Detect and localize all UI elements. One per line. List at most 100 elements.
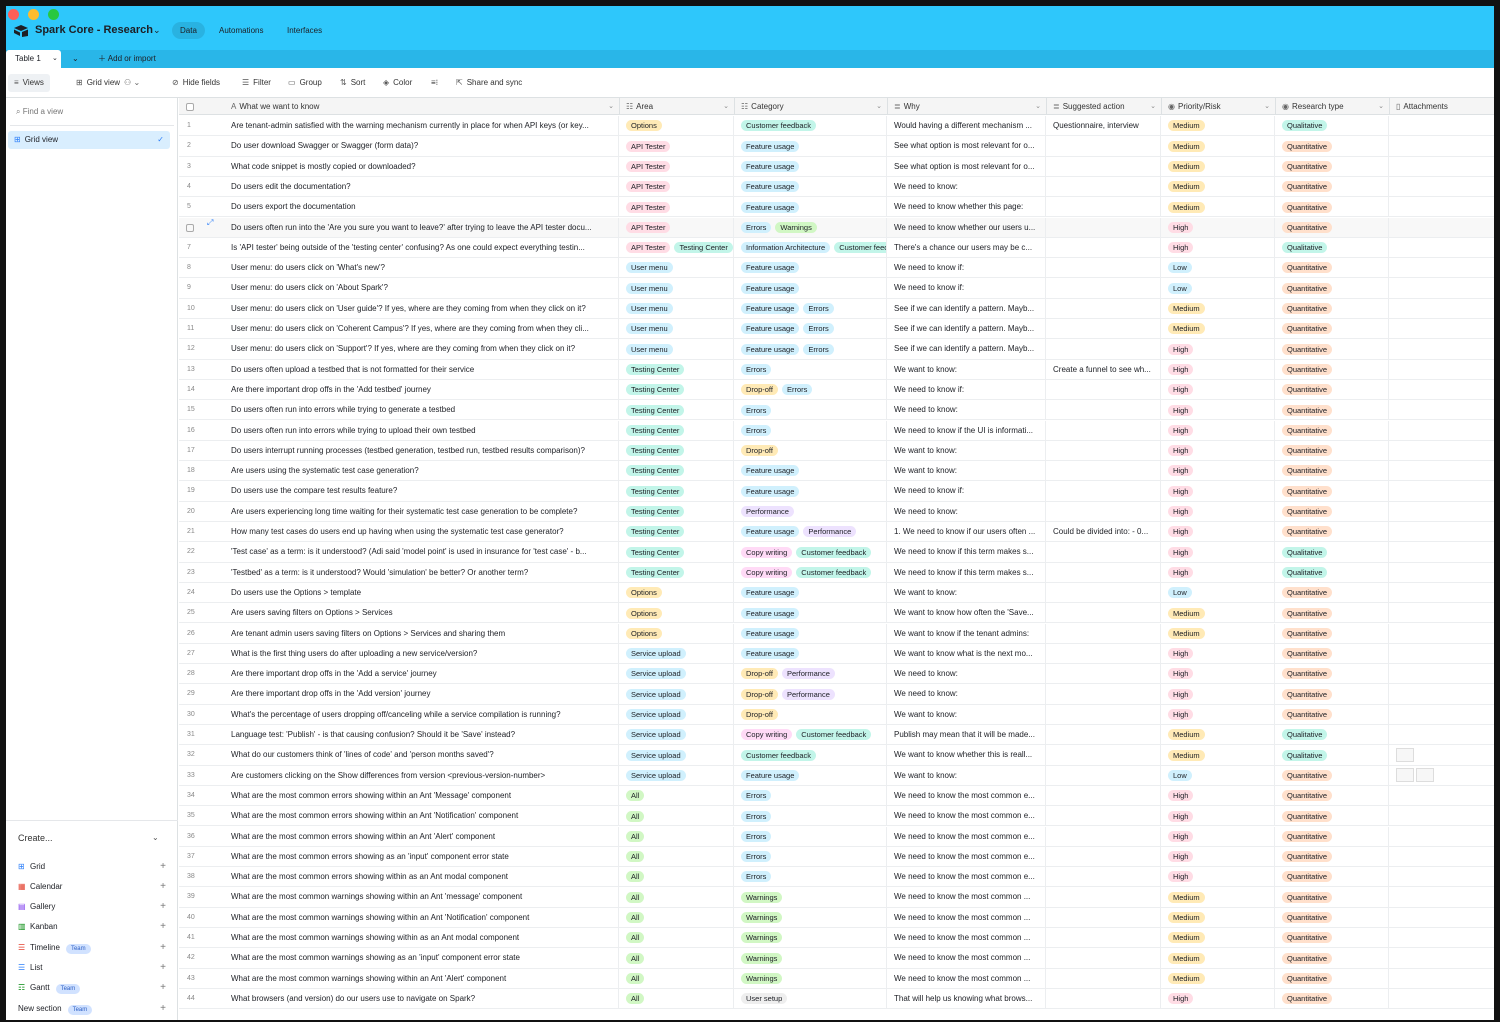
plus-icon[interactable]: + [160, 940, 166, 956]
table-row[interactable]: 38 What are the most common errors showin… [179, 867, 1494, 888]
cell-category[interactable]: Drop-off Performance [735, 664, 887, 685]
find-view-input[interactable] [22, 107, 163, 116]
cell-suggested-action[interactable] [1047, 440, 1161, 461]
cell-attachments[interactable] [1390, 299, 1494, 319]
cell-attachments[interactable] [1390, 258, 1494, 278]
chevron-down-icon[interactable]: ⌄ [1035, 98, 1041, 115]
cell-why[interactable]: We need to know if: [888, 379, 1046, 400]
chevron-down-icon[interactable]: ⌄ [72, 50, 79, 68]
table-row[interactable]: 9 User menu: do users click on 'About Spa… [179, 278, 1494, 299]
cell-attachments[interactable] [1390, 705, 1494, 725]
cell-category[interactable]: Feature usage Errors [735, 339, 887, 360]
cell-what-we-want-to-know[interactable]: Are tenant admin users saving filters on… [225, 623, 619, 644]
cell-why[interactable]: See what option is most relevant for o..… [888, 156, 1046, 177]
cell-area[interactable]: All [620, 806, 734, 827]
cell-what-we-want-to-know[interactable]: Are there important drop offs in the 'Ad… [225, 664, 619, 685]
cell-research-type[interactable]: Quantitative [1276, 258, 1389, 279]
cell-category[interactable]: Warnings [735, 928, 887, 948]
cell-area[interactable]: All [620, 988, 734, 1009]
cell-suggested-action[interactable] [1047, 136, 1161, 157]
cell-area[interactable]: Options [620, 623, 734, 644]
cell-why[interactable]: We need to know if: [888, 258, 1046, 279]
cell-research-type[interactable]: Quantitative [1276, 846, 1389, 867]
cell-what-we-want-to-know[interactable]: Are tenant-admin satisfied with the warn… [225, 116, 619, 136]
cell-why[interactable]: We want to know how often the 'Save... [888, 603, 1046, 624]
cell-priority-risk[interactable]: High [1162, 643, 1275, 664]
cell-what-we-want-to-know[interactable]: Do users use the compare test results fe… [225, 481, 619, 502]
cell-why[interactable]: We need to know: [888, 501, 1046, 522]
cell-priority-risk[interactable]: High [1162, 379, 1275, 400]
cell-category[interactable]: Drop-off Performance [735, 684, 887, 705]
cell-what-we-want-to-know[interactable]: What code snippet is mostly copied or do… [225, 156, 619, 177]
cell-category[interactable]: Copy writing Customer feedback [735, 542, 887, 563]
cell-why[interactable]: We want to know: [888, 582, 1046, 603]
cell-area[interactable]: Testing Center [620, 481, 734, 502]
hide-fields-button[interactable]: ⊘ Hide fields [172, 76, 220, 90]
chevron-down-icon[interactable]: ⌄ [608, 98, 614, 115]
table-row[interactable]: 41 What are the most common warnings show… [179, 928, 1494, 949]
cell-why[interactable]: We want to know: [888, 359, 1046, 380]
cell-research-type[interactable]: Quantitative [1276, 379, 1389, 400]
cell-attachments[interactable] [1390, 441, 1494, 461]
cell-suggested-action[interactable] [1047, 704, 1161, 725]
cell-area[interactable]: User menu [620, 278, 734, 299]
cell-what-we-want-to-know[interactable]: Do users often upload a testbed that is … [225, 359, 619, 380]
cell-priority-risk[interactable]: Medium [1162, 623, 1275, 644]
cell-attachments[interactable] [1390, 136, 1494, 156]
cell-priority-risk[interactable]: High [1162, 420, 1275, 441]
cell-priority-risk[interactable]: High [1162, 806, 1275, 827]
cell-suggested-action[interactable] [1047, 745, 1161, 766]
table-row[interactable]: 16 Do users often run into errors while t… [179, 420, 1494, 441]
cell-area[interactable]: User menu [620, 319, 734, 339]
create-item-kanban[interactable]: ▥ Kanban + [18, 919, 166, 935]
cell-attachments[interactable] [1390, 887, 1494, 907]
cell-research-type[interactable]: Quantitative [1276, 948, 1389, 969]
cell-what-we-want-to-know[interactable]: Do users often run into errors while try… [225, 400, 619, 421]
cell-category[interactable]: Drop-off [735, 704, 887, 725]
cell-research-type[interactable]: Qualitative [1276, 542, 1389, 563]
cell-research-type[interactable]: Quantitative [1276, 603, 1389, 624]
cell-attachments[interactable] [1390, 421, 1494, 441]
create-item-timeline[interactable]: ☰ Timeline Team + [18, 940, 166, 956]
cell-research-type[interactable]: Qualitative [1276, 116, 1389, 136]
cell-attachments[interactable] [1390, 319, 1494, 339]
cell-attachments[interactable] [1390, 766, 1494, 786]
table-row[interactable]: 2 Do user download Swagger or Swagger (fo… [179, 136, 1494, 157]
cell-attachments[interactable] [1390, 360, 1494, 380]
cell-category[interactable]: Warnings [735, 948, 887, 969]
cell-what-we-want-to-know[interactable]: What is the first thing users do after u… [225, 643, 619, 664]
cell-research-type[interactable]: Quantitative [1276, 643, 1389, 664]
cell-priority-risk[interactable]: High [1162, 846, 1275, 867]
cell-area[interactable]: Testing Center [620, 400, 734, 421]
cell-why[interactable]: Would having a different mechanism ... [888, 116, 1046, 136]
chevron-down-icon[interactable]: ⌄ [1150, 98, 1156, 115]
table-row[interactable]: 4 Do users edit the documentation? API Tes… [179, 176, 1494, 198]
cell-priority-risk[interactable]: High [1162, 217, 1275, 238]
table-row[interactable]: 17 Do users interrupt running processes (… [179, 440, 1494, 462]
cell-research-type[interactable]: Qualitative [1276, 562, 1389, 583]
filter-button[interactable]: ☰ Filter [242, 76, 271, 90]
cell-why[interactable]: Publish may mean that it will be made... [888, 725, 1046, 745]
cell-category[interactable]: Feature usage [735, 258, 887, 279]
chevron-down-icon[interactable]: ⌄ [153, 25, 161, 36]
cell-category[interactable]: Drop-off [735, 440, 887, 461]
table-row[interactable]: 10 User menu: do users click on 'User gui… [179, 298, 1494, 319]
cell-suggested-action[interactable] [1047, 582, 1161, 603]
cell-priority-risk[interactable]: Medium [1162, 116, 1275, 136]
table-row[interactable]: 43 What are the most common warnings show… [179, 968, 1494, 989]
cell-why[interactable]: We need to know the most common ... [888, 907, 1046, 928]
cell-area[interactable]: All [620, 785, 734, 806]
cell-priority-risk[interactable]: High [1162, 400, 1275, 421]
table-row[interactable]: 31 Language test: 'Publish' - is that cau… [179, 725, 1494, 746]
cell-what-we-want-to-know[interactable]: Are users saving filters on Options > Se… [225, 603, 619, 624]
column-header-why[interactable]: ≣ Why ⌄ [888, 98, 1047, 115]
cell-attachments[interactable] [1390, 481, 1494, 501]
table-row[interactable]: 19 Do users use the compare test results … [179, 481, 1494, 502]
cell-what-we-want-to-know[interactable]: What are the most common errors showing … [225, 806, 619, 827]
cell-category[interactable]: Errors [735, 785, 887, 806]
table-row[interactable]: 26 Are tenant admin users saving filters … [179, 623, 1494, 644]
cell-suggested-action[interactable] [1047, 156, 1161, 177]
select-all-checkbox[interactable] [186, 103, 194, 111]
window-minimize-button[interactable] [28, 9, 39, 20]
cell-priority-risk[interactable]: Low [1162, 258, 1275, 279]
